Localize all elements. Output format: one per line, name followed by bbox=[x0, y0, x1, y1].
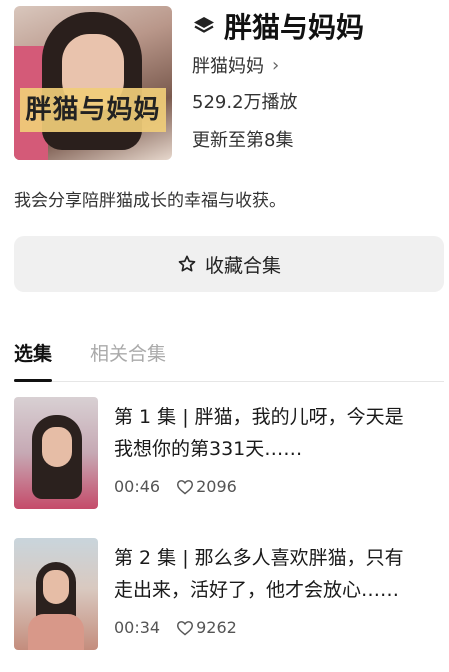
cover-title-text: 胖猫与妈妈 bbox=[20, 88, 166, 132]
author-name: 胖猫妈妈 bbox=[192, 56, 264, 77]
favorite-collection-button[interactable]: 收藏合集 bbox=[14, 236, 444, 292]
heart-outline-icon bbox=[177, 620, 194, 635]
update-status: 更新至第8集 bbox=[192, 130, 294, 151]
collection-cover[interactable]: 胖猫与妈妈 bbox=[14, 6, 172, 160]
favorite-button-label: 收藏合集 bbox=[204, 254, 281, 277]
author-link[interactable]: 胖猫妈妈 › bbox=[192, 52, 437, 78]
episode-item[interactable]: 第 1 集 | 胖猫，我的儿呀，今天是 我想你的第331天…… 00:46 20… bbox=[14, 397, 444, 509]
tab-related-collections[interactable]: 相关合集 bbox=[90, 338, 166, 380]
episode-thumbnail bbox=[14, 538, 98, 650]
episode-thumbnail bbox=[14, 397, 98, 509]
episode-title: 第 2 集 | 那么多人喜欢胖猫，只有 走出来，活好了，他才会放心…… bbox=[114, 542, 444, 606]
episode-duration: 00:34 bbox=[114, 618, 161, 637]
episode-like-count: 2096 bbox=[196, 477, 237, 496]
episode-duration: 00:46 bbox=[114, 477, 161, 496]
episode-title-line: 我想你的第331天…… bbox=[114, 438, 303, 460]
episode-title-line: 第 2 集 | 那么多人喜欢胖猫，只有 bbox=[114, 547, 404, 569]
star-outline-icon bbox=[178, 255, 196, 272]
tab-episodes[interactable]: 选集 bbox=[14, 338, 53, 382]
episode-title-line: 第 1 集 | 胖猫，我的儿呀，今天是 bbox=[114, 406, 404, 428]
episode-stats: 00:46 2096 bbox=[114, 477, 237, 496]
episode-item[interactable]: 第 2 集 | 那么多人喜欢胖猫，只有 走出来，活好了，他才会放心…… 00:3… bbox=[14, 538, 444, 650]
collection-meta: 胖猫与妈妈 胖猫妈妈 › 529.2万播放 更新至第8集 bbox=[192, 6, 437, 151]
thumbnail-person-face bbox=[42, 427, 72, 467]
thumbnail-person-body bbox=[28, 614, 84, 650]
title-row: 胖猫与妈妈 bbox=[192, 6, 437, 46]
episode-stats: 00:34 9262 bbox=[114, 618, 237, 637]
episode-title: 第 1 集 | 胖猫，我的儿呀，今天是 我想你的第331天…… bbox=[114, 401, 444, 465]
episode-like-count: 9262 bbox=[196, 618, 237, 637]
play-count: 529.2万播放 bbox=[192, 92, 298, 113]
collection-header: 胖猫与妈妈 胖猫与妈妈 胖猫妈妈 › 529.2万播放 更新至第8集 bbox=[14, 6, 435, 162]
episode-title-line: 走出来，活好了，他才会放心…… bbox=[114, 579, 400, 601]
chevron-right-icon: › bbox=[272, 54, 280, 76]
heart-outline-icon bbox=[177, 479, 194, 494]
tab-bar: 选集 相关合集 bbox=[14, 338, 444, 382]
collection-title: 胖猫与妈妈 bbox=[224, 11, 365, 44]
collection-description: 我会分享陪胖猫成长的幸福与收获。 bbox=[14, 191, 286, 211]
layers-icon bbox=[194, 17, 214, 33]
thumbnail-person-face bbox=[43, 570, 69, 604]
